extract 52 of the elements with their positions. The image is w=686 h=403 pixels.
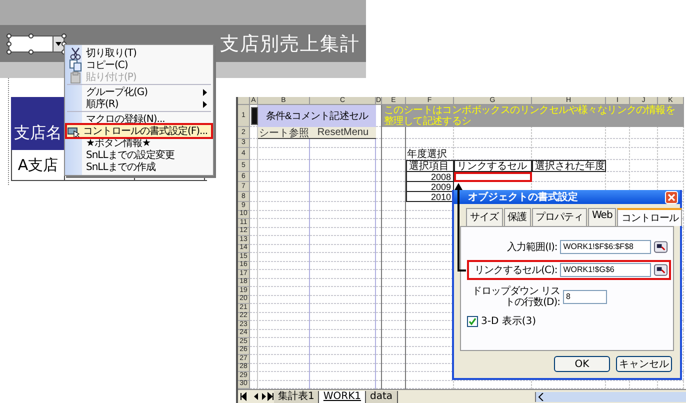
- combo-box[interactable]: [6, 32, 68, 54]
- scroll-left-icon[interactable]: [538, 392, 544, 400]
- table-cell: 2009: [406, 182, 454, 192]
- table-cell: 選択された年度: [532, 160, 606, 172]
- sheet-tab[interactable]: WORK1: [319, 390, 366, 402]
- table-cell: 選択項目: [406, 160, 454, 172]
- sheet-banner: このシートはコンボボックスのリンクセルや様々なリンクの情報を整理して記述するシ: [382, 105, 684, 127]
- menu-item[interactable]: 切り取り(T): [67, 47, 211, 59]
- close-icon[interactable]: [665, 190, 678, 204]
- range-select-icon[interactable]: [654, 264, 668, 276]
- menu-item[interactable]: グループ化(G): [67, 84, 211, 98]
- input-field[interactable]: WORK1!$G$6: [560, 263, 652, 277]
- dialog-tab[interactable]: Web: [588, 208, 616, 226]
- sheet-tab[interactable]: data: [366, 390, 398, 402]
- table-cell: シート参照: [258, 127, 310, 139]
- menu-item[interactable]: コピー(C): [67, 59, 211, 71]
- dialog-tab[interactable]: コントロール: [617, 208, 682, 226]
- field-label: リンクするセル(C):: [474, 264, 558, 276]
- copy-icon: [68, 58, 82, 72]
- range-select-icon[interactable]: [654, 241, 668, 253]
- dialog-tab[interactable]: プロパティ: [532, 208, 587, 226]
- scissors-icon: [68, 46, 82, 60]
- window-title: オブジェクトの書式設定: [468, 190, 578, 204]
- menu-item[interactable]: SnLLまでの作成: [67, 161, 211, 173]
- tab-scroll-icon[interactable]: [240, 392, 274, 401]
- control-icon: [67, 124, 80, 138]
- checkbox[interactable]: [467, 316, 478, 326]
- input-field[interactable]: WORK1!$F$6:$F$8: [560, 240, 652, 254]
- menu-item[interactable]: SnLLまでの設定変更: [67, 149, 211, 161]
- column-header: 支店名: [13, 123, 63, 144]
- table-cell-text: 年度選択: [406, 148, 448, 160]
- field-label: 入力範囲(I):: [506, 242, 558, 252]
- horizontal-scrollbar[interactable]: [535, 392, 686, 402]
- clipboard-icon: [68, 70, 82, 84]
- dialog-button[interactable]: OK: [554, 356, 610, 372]
- menu-item[interactable]: コントロールの書式設定(F)...: [67, 125, 211, 137]
- menu-item[interactable]: 順序(R): [67, 98, 211, 110]
- sheet-tab[interactable]: 集計表1: [274, 390, 320, 402]
- checkbox-label: 3-D 表示(3): [481, 314, 536, 328]
- page-title: 支店別売上集計: [220, 32, 360, 56]
- form-button[interactable]: [251, 107, 258, 125]
- table-cell: 2010: [406, 192, 454, 202]
- input-field[interactable]: 8: [563, 290, 607, 304]
- table-cell: ResetMenu: [310, 127, 376, 139]
- table-cell: 2008: [406, 172, 454, 182]
- dialog-tab[interactable]: 保護: [504, 208, 530, 226]
- dialog-button[interactable]: キャンセル: [616, 356, 672, 372]
- table-cell: リンクするセル: [454, 160, 532, 172]
- dialog-tab[interactable]: サイズ: [466, 208, 502, 226]
- table-cell: 条件&コメント記述セル: [258, 105, 376, 127]
- field-label: ドロップダウン リストの行数(D):: [470, 286, 560, 308]
- link-cell[interactable]: [454, 172, 532, 182]
